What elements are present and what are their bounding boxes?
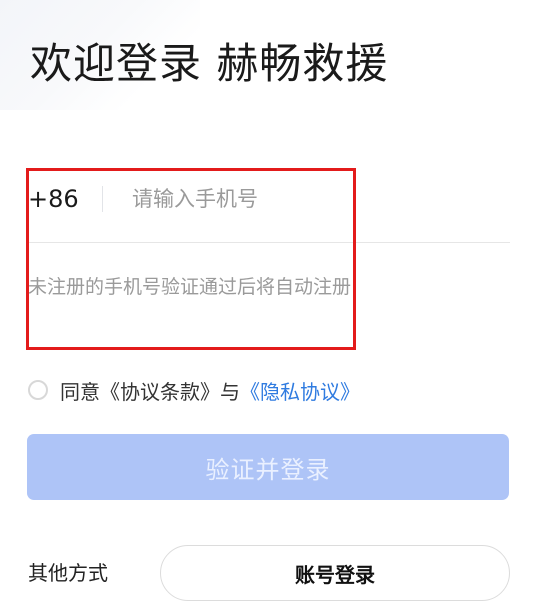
verify-and-login-button[interactable]: 验证并登录	[27, 434, 509, 500]
agreement-row: 同意《协议条款》与 《隐私协议》	[28, 373, 360, 407]
highlight-annotation-box	[26, 168, 356, 350]
agreement-radio[interactable]	[28, 380, 48, 400]
other-methods-label: 其他方式	[28, 561, 108, 585]
account-login-button[interactable]: 账号登录	[160, 545, 510, 601]
agreement-text[interactable]: 同意《协议条款》与	[60, 376, 240, 405]
privacy-policy-link[interactable]: 《隐私协议》	[240, 376, 360, 405]
page-title: 欢迎登录 赫畅救援	[30, 39, 389, 88]
login-page: 欢迎登录 赫畅救援 +86 未注册的手机号验证通过后将自动注册 同意《协议条款》…	[0, 0, 535, 610]
